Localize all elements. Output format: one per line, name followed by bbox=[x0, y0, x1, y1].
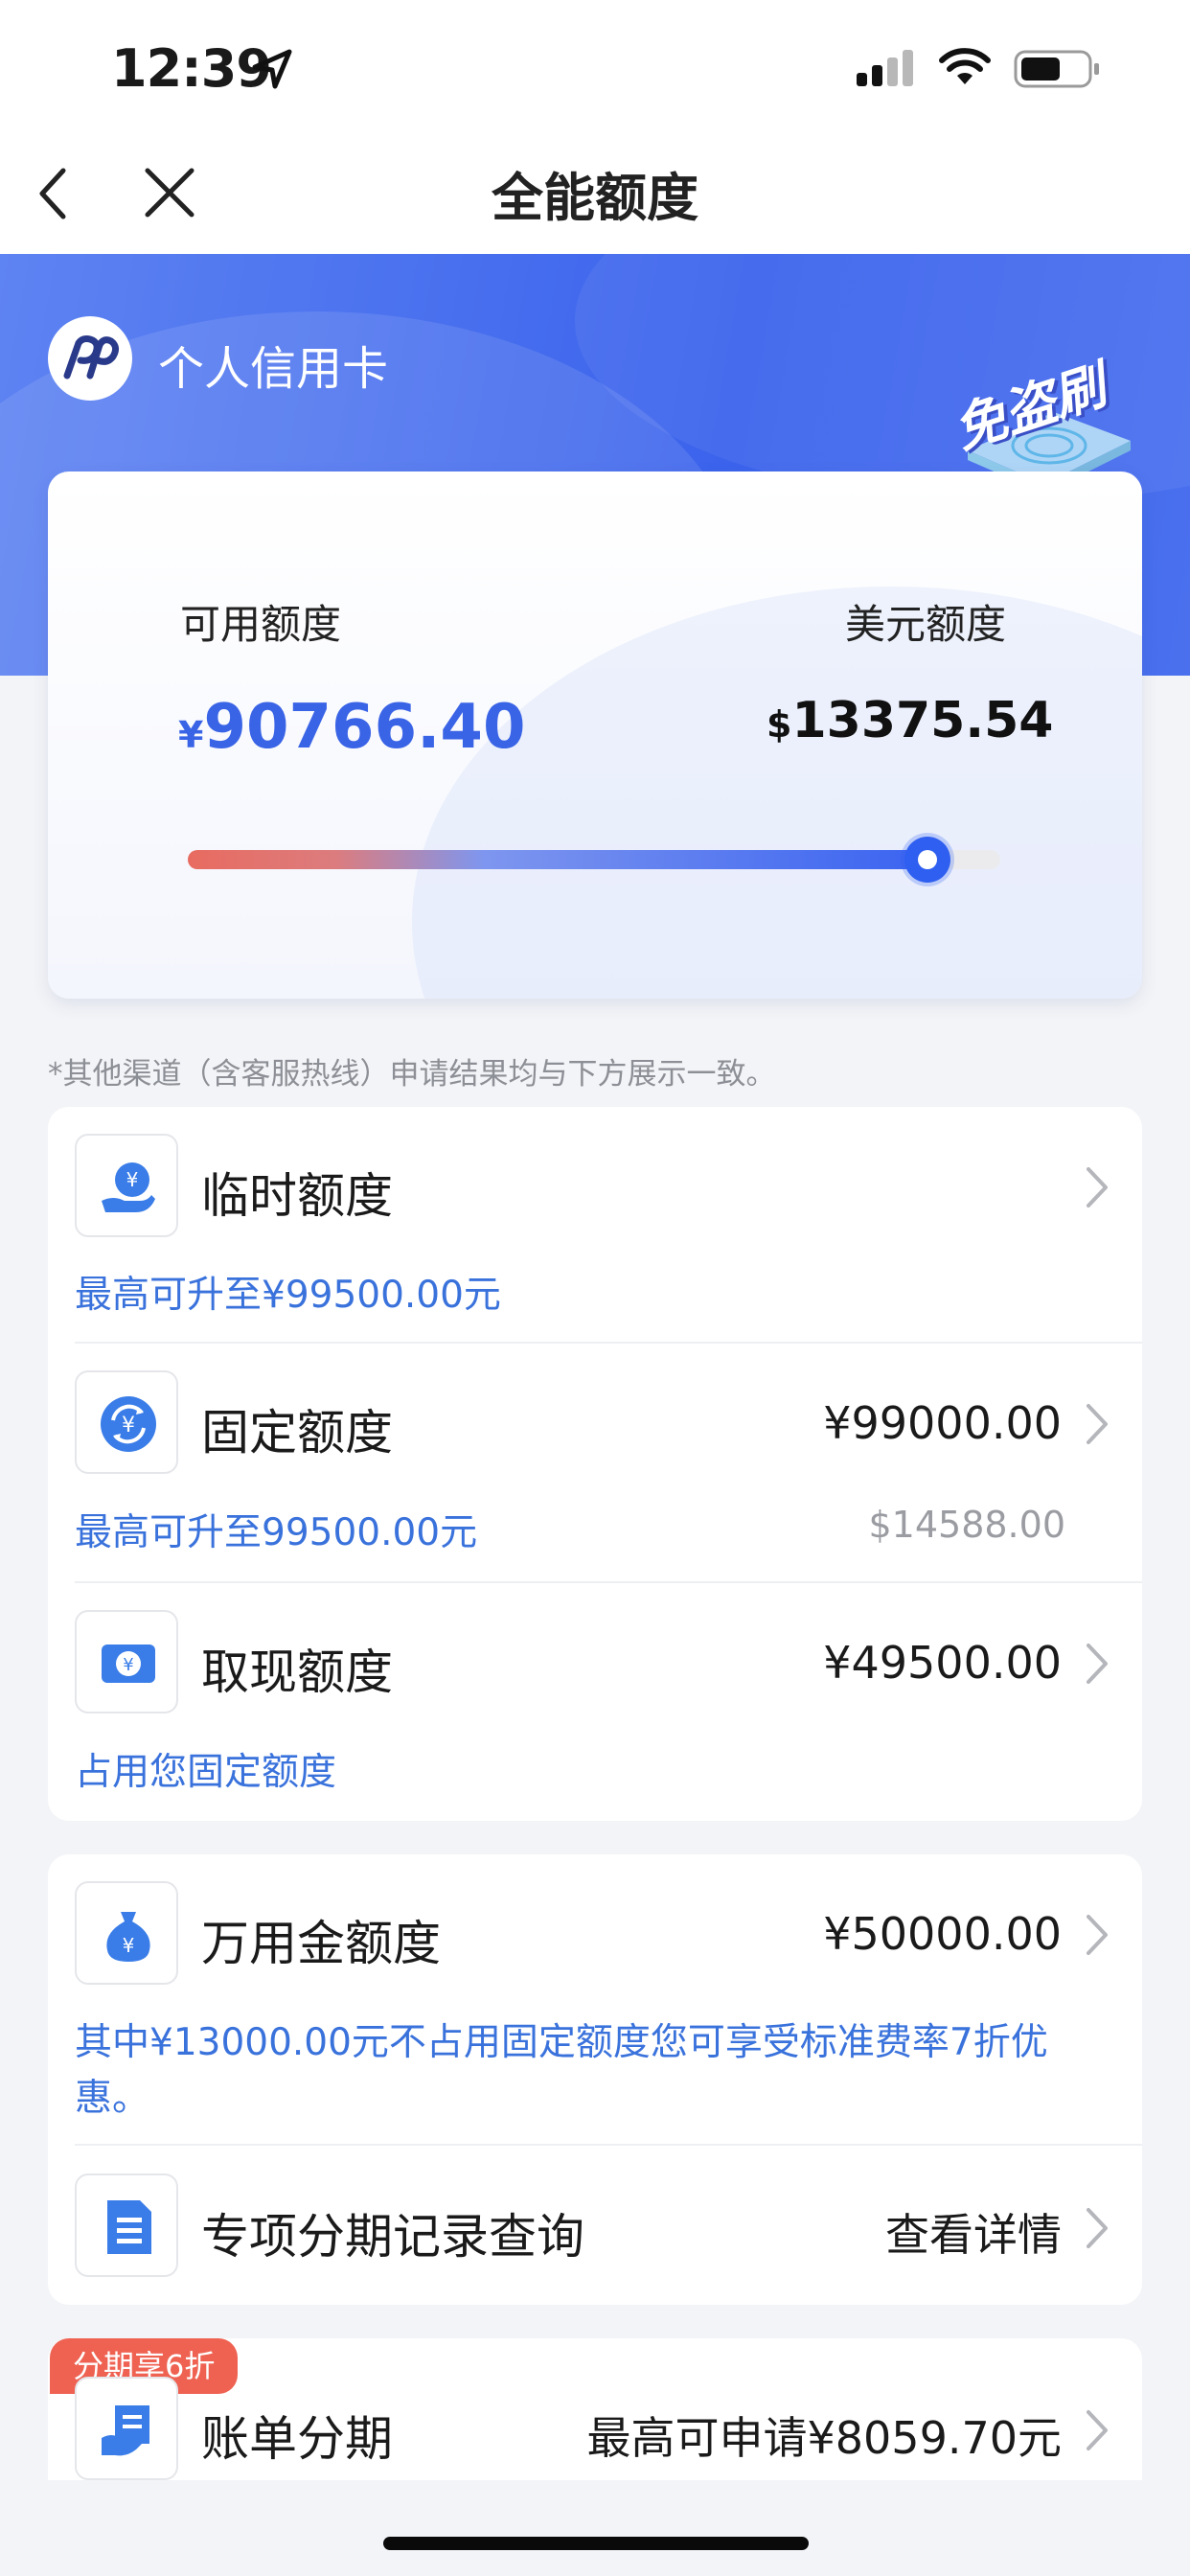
universal-cash-title: 万用金额度 bbox=[201, 1916, 441, 1971]
wifi-icon bbox=[939, 48, 991, 84]
bill-installment-title: 账单分期 bbox=[201, 2411, 393, 2467]
fixed-limit-usd: $14588.00 bbox=[868, 1504, 1066, 1546]
chevron-right-icon bbox=[1087, 1915, 1108, 1955]
svg-text:¥: ¥ bbox=[122, 1414, 135, 1438]
universal-cash-sub-line1: 其中¥13000.00元不占用固定额度您可享受标准费率7折优 bbox=[75, 2021, 1048, 2064]
cash-limit-title: 取现额度 bbox=[201, 1644, 393, 1700]
universal-cash-icon-box: ¥ bbox=[75, 1881, 178, 1985]
chevron-right-icon bbox=[1087, 1404, 1108, 1444]
chevron-right-icon bbox=[1087, 1167, 1108, 1208]
chevron-right-icon bbox=[1087, 2208, 1108, 2248]
view-details-link[interactable]: 查看详情 bbox=[885, 2200, 1062, 2264]
available-limit-amount: ¥90766.40 bbox=[178, 692, 525, 763]
fixed-limit-title: 固定额度 bbox=[201, 1405, 393, 1460]
fixed-limit-value: ¥99000.00 bbox=[823, 1397, 1062, 1449]
cny-symbol: ¥ bbox=[178, 714, 204, 756]
cash-limit-icon-box: ¥ bbox=[75, 1610, 178, 1714]
cycle-yen-icon: ¥ bbox=[101, 1396, 156, 1452]
svg-text:¥: ¥ bbox=[123, 1934, 135, 1957]
banknote-yen-icon: ¥ bbox=[102, 1644, 155, 1683]
cash-limit-value: ¥49500.00 bbox=[823, 1637, 1062, 1689]
location-arrow-icon bbox=[252, 49, 292, 89]
limit-usage-knob[interactable] bbox=[904, 837, 950, 883]
available-amount-value: 90766.40 bbox=[203, 692, 526, 763]
usd-limit-label: 美元额度 bbox=[845, 601, 1007, 648]
universal-cash-sub-line2: 惠。 bbox=[75, 2077, 150, 2120]
fixed-limit-icon-box: ¥ bbox=[75, 1370, 178, 1474]
bill-installment-value: 最高可申请¥8059.70元 bbox=[586, 2412, 1063, 2464]
temporary-limit-icon-box: ¥ bbox=[75, 1134, 178, 1237]
home-indicator[interactable] bbox=[383, 2537, 809, 2550]
usd-symbol: $ bbox=[767, 703, 792, 746]
universal-cash-value: ¥50000.00 bbox=[823, 1908, 1062, 1960]
temporary-limit-sub: 最高可升至¥99500.00元 bbox=[75, 1274, 501, 1317]
money-bag-icon: ¥ bbox=[106, 1912, 150, 1962]
chevron-right-icon bbox=[1087, 1644, 1108, 1684]
bill-installment-icon bbox=[102, 2405, 149, 2456]
universal-cash-row[interactable] bbox=[48, 1854, 1142, 2142]
installment-records-icon-box bbox=[75, 2174, 178, 2277]
svg-text:¥: ¥ bbox=[126, 1168, 139, 1191]
cash-limit-sub: 占用您固定额度 bbox=[75, 1751, 337, 1794]
bill-installment-icon-box bbox=[75, 2377, 178, 2480]
battery-icon bbox=[1014, 50, 1099, 88]
cellular-signal-icon bbox=[857, 50, 913, 86]
svg-text:¥: ¥ bbox=[123, 1655, 133, 1675]
page-title: 全能额度 bbox=[492, 168, 698, 228]
usd-amount-value: 13375.54 bbox=[791, 692, 1054, 749]
document-icon bbox=[107, 2200, 151, 2254]
bank-logo bbox=[48, 316, 132, 401]
disclaimer-note: *其他渠道（含客服热线）申请结果均与下方展示一致。 bbox=[48, 1057, 776, 1092]
status-time: 12:39 bbox=[111, 38, 272, 99]
chevron-right-icon bbox=[1087, 2410, 1108, 2450]
temporary-limit-title: 临时额度 bbox=[201, 1168, 393, 1224]
available-limit-label: 可用额度 bbox=[180, 601, 342, 648]
installment-records-title: 专项分期记录查询 bbox=[201, 2209, 584, 2265]
bank-logo-icon bbox=[63, 335, 120, 380]
fixed-limit-sub: 最高可升至99500.00元 bbox=[75, 1511, 478, 1554]
card-name: 个人信用卡 bbox=[158, 342, 389, 396]
limit-usage-fill bbox=[188, 850, 927, 869]
hand-yen-icon: ¥ bbox=[102, 1162, 155, 1212]
usd-limit-amount: $13375.54 bbox=[767, 692, 1053, 749]
bottom-safe-area bbox=[0, 2480, 1190, 2576]
